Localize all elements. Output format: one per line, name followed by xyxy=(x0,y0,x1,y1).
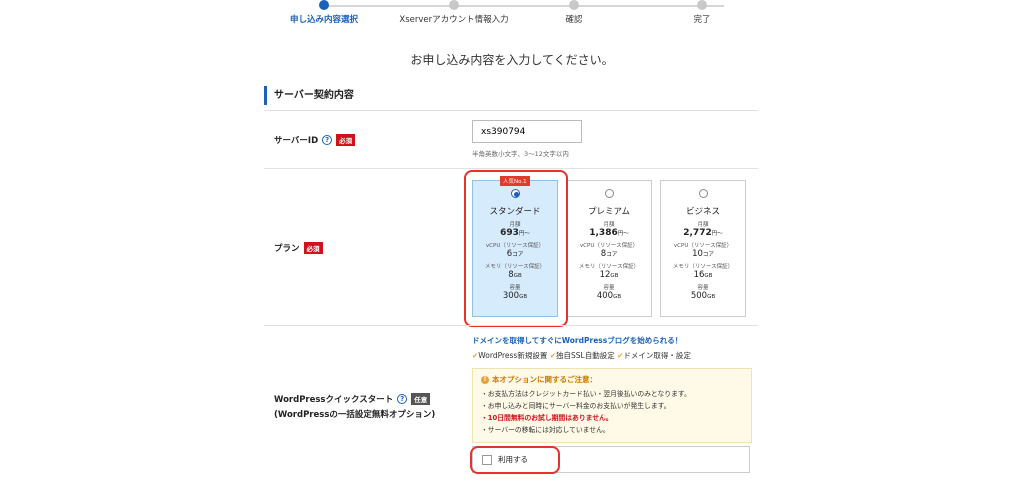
price-label: 月額 xyxy=(697,222,709,228)
required-badge: 必須 xyxy=(303,242,323,254)
step-label: 申し込み内容選択 xyxy=(289,15,358,25)
cpu-unit: コア xyxy=(606,252,618,258)
price-label: 月額 xyxy=(603,222,615,228)
help-icon[interactable]: ? xyxy=(397,394,408,404)
option-notice: ! 本オプションに関するご注意： お支払方法はクレジットカード払い・翌月後払いの… xyxy=(472,368,752,443)
step-select-plan: 申し込み内容選択 xyxy=(264,0,384,25)
memory-value: 12 xyxy=(599,270,611,280)
price-unit: 円〜 xyxy=(711,231,723,237)
highlight-frame xyxy=(470,446,560,474)
server-id-label: サーバーID xyxy=(274,136,319,146)
plan-price: 2,772円〜 xyxy=(661,228,745,238)
notice-item: 10日間無料のお試し期間はありません。 xyxy=(481,412,743,424)
step-dot xyxy=(319,0,329,10)
memory-unit: GB xyxy=(610,273,619,279)
plan-disk: 400GB xyxy=(567,291,651,301)
disk-value: 500 xyxy=(690,291,708,301)
step-confirm: 確認 xyxy=(514,0,634,25)
plan-radio[interactable] xyxy=(604,189,614,198)
step-label: 確認 xyxy=(565,15,583,25)
server-id-label-group: サーバーID ? 必須 xyxy=(274,134,356,146)
server-id-input[interactable] xyxy=(472,120,582,143)
warning-icon: ! xyxy=(481,375,489,384)
plan-disk: 500GB xyxy=(661,291,745,301)
page-heading: お申し込み内容を入力してください。 xyxy=(410,53,614,67)
plan-option-premium[interactable]: プレミアム 月額 1,386円〜 vCPU（リソース保証） 8コア メモリ（リソ… xyxy=(566,180,652,317)
plan-name: ビジネス xyxy=(685,207,720,217)
cpu-value: 10 xyxy=(692,249,703,259)
required-badge: 必須 xyxy=(336,134,356,146)
feature-item: ドメイン取得・設定 xyxy=(623,351,691,360)
step-account-info: Xserverアカウント情報入力 xyxy=(394,0,514,25)
cpu-label: vCPU（リソース保証） xyxy=(673,243,733,249)
plan-name: プレミアム xyxy=(588,207,630,217)
help-icon[interactable]: ? xyxy=(322,135,333,145)
plan-label-group: プラン 必須 xyxy=(274,242,323,254)
price-value: 2,772 xyxy=(683,228,712,238)
cpu-unit: コア xyxy=(702,252,714,258)
memory-value: 16 xyxy=(693,270,705,280)
wordpress-intro: ドメインを取得してすぐにWordPressブログを始められる！ xyxy=(472,336,683,345)
memory-label: メモリ（リソース保証） xyxy=(672,264,734,270)
notice-item: お申し込みと同時にサーバー料金のお支払いが発生します。 xyxy=(481,400,743,412)
memory-unit: GB xyxy=(704,273,713,279)
disk-label: 容量 xyxy=(697,285,709,291)
plan-cpu: 8コア xyxy=(567,249,651,259)
plan-label: プラン xyxy=(274,244,300,254)
server-id-hint: 半角英数小文字、3〜12文字以内 xyxy=(472,150,569,158)
plan-memory: 12GB xyxy=(567,270,651,280)
price-value: 1,386 xyxy=(589,228,618,238)
step-label: Xserverアカウント情報入力 xyxy=(399,15,509,25)
progress-stepper: 申し込み内容選択 Xserverアカウント情報入力 確認 完了 xyxy=(264,0,754,30)
plan-price: 1,386円〜 xyxy=(567,228,651,238)
notice-list: お支払方法はクレジットカード払い・翌月後払いのみとなります。 お申し込みと同時に… xyxy=(481,388,743,436)
disk-unit: GB xyxy=(707,294,716,300)
cpu-label: vCPU（リソース保証） xyxy=(579,243,639,249)
notice-title-text: 本オプションに関するご注意： xyxy=(492,375,597,384)
highlight-frame xyxy=(464,170,568,327)
disk-value: 400 xyxy=(596,291,614,301)
plan-radio[interactable] xyxy=(698,189,708,198)
notice-item: お支払方法はクレジットカード払い・翌月後払いのみとなります。 xyxy=(481,388,743,400)
step-dot xyxy=(697,0,707,10)
plan-cpu: 10コア xyxy=(661,249,745,259)
disk-label: 容量 xyxy=(603,285,615,291)
wordpress-label-line: WordPressクイックスタート ? 任意 xyxy=(274,393,431,405)
step-dot xyxy=(569,0,579,10)
disk-unit: GB xyxy=(613,294,622,300)
price-unit: 円〜 xyxy=(617,231,629,237)
step-dot xyxy=(449,0,459,10)
feature-item: 独自SSL自動設定 xyxy=(556,351,615,360)
step-complete: 完了 xyxy=(642,0,762,25)
section-title: サーバー契約内容 xyxy=(264,86,758,105)
wordpress-sublabel: (WordPressの一括設定無料オプション) xyxy=(274,410,436,420)
notice-title: ! 本オプションに関するご注意： xyxy=(481,374,743,385)
wordpress-label: WordPressクイックスタート xyxy=(274,395,394,405)
wordpress-features: ✔WordPress新規設置 ✔独自SSL自動設定 ✔ドメイン取得・設定 xyxy=(472,350,691,361)
plan-option-business[interactable]: ビジネス 月額 2,772円〜 vCPU（リソース保証） 10コア メモリ（リソ… xyxy=(660,180,746,317)
plan-memory: 16GB xyxy=(661,270,745,280)
notice-item: サーバーの移転には対応していません。 xyxy=(481,424,743,436)
wordpress-label-group: WordPressクイックスタート ? 任意 (WordPressの一括設定無料… xyxy=(274,393,435,420)
step-label: 完了 xyxy=(693,15,711,25)
optional-badge: 任意 xyxy=(411,393,431,405)
server-id-row: サーバーID ? 必須 半角英数小文字、3〜12文字以内 xyxy=(264,110,758,168)
memory-label: メモリ（リソース保証） xyxy=(578,264,640,270)
feature-item: WordPress新規設置 xyxy=(478,351,548,360)
